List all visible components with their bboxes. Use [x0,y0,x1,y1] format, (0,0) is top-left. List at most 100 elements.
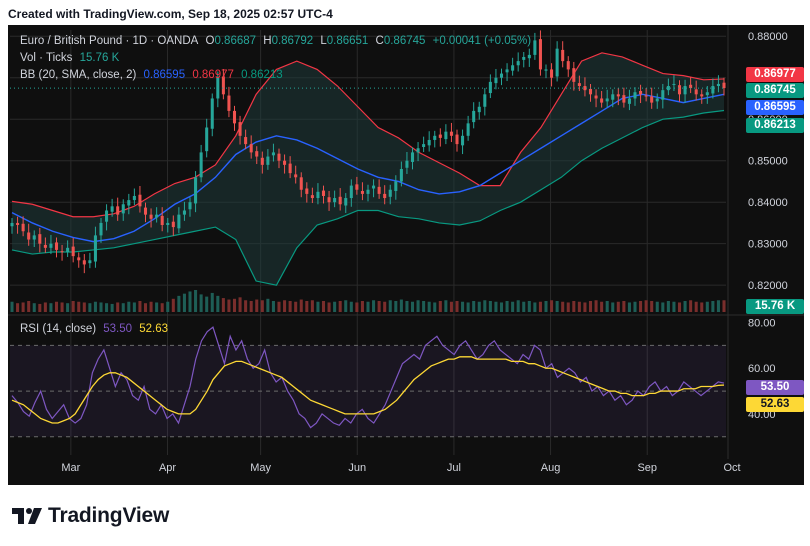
candle-body [121,204,125,214]
volume-bar [27,301,31,312]
volume-bar [438,301,442,312]
volume-bar [255,299,259,312]
candle-body [588,88,593,95]
volume-bar [260,300,264,312]
time-axis-tick-label: Sep [637,462,657,474]
volume-bar [494,301,498,312]
candle-body [71,246,75,257]
bb-label[interactable]: BB (20, SMA, close, 2) [20,69,136,81]
candle-body [283,160,287,165]
rsi-label[interactable]: RSI (14, close) [20,323,96,335]
candle-body [661,90,665,100]
volume-bar [171,298,175,312]
price-axis-tick-label: 0.82000 [748,280,788,292]
volume-bar [43,302,47,312]
rsi-value: 53.50 [103,323,133,335]
volume-bar [488,301,492,312]
chart-canvas[interactable]: 0.820000.830000.840000.850000.860000.870… [8,25,804,485]
volume-bar [483,300,487,312]
volume-bar [399,299,403,312]
candle-body [499,73,504,78]
volume-bars [10,290,726,312]
candle-body [461,135,465,146]
volume-bar [627,302,631,312]
candle-body [266,156,270,165]
candle-body [522,56,526,60]
candle-body [550,69,554,78]
volume-bar [266,298,270,312]
volume-label[interactable]: Vol · Ticks [20,52,72,64]
volume-bar [38,303,42,312]
volume-bar [561,301,565,312]
candle-body [494,77,498,84]
candle-body [32,235,36,240]
candle-body [438,134,442,138]
volume-bar [427,301,431,312]
candle-body [49,243,53,248]
volume-bar [349,301,353,312]
candle-body [555,48,559,77]
volume-bar [160,303,164,312]
candle-body [166,222,170,226]
volume-bar [177,295,181,312]
volume-bar [327,302,331,312]
brand-name: TradingView [48,504,170,527]
tradingview-brand: TradingView [12,504,169,528]
price-axis-tick-label: 0.83000 [748,239,788,251]
candle-body [516,61,520,66]
candle-body [377,186,381,194]
volume-bar [360,301,364,312]
candle-body [355,184,359,190]
volume-value: 15.76 K [79,52,120,64]
candle-body [633,92,637,99]
volume-bar [533,302,537,312]
volume-bar [366,301,370,312]
time-axis-tick-label: Aug [541,462,561,474]
candle-body [561,49,565,62]
volume-bar [188,291,192,312]
volume-bar [522,301,526,312]
candle-body [538,39,542,70]
volume-bar [227,299,231,312]
candle-body [93,235,97,262]
candle-body [672,83,676,85]
volume-bar [110,303,114,312]
candle-body [683,86,687,95]
symbol-title[interactable]: Euro / British Pound · 1D · OANDA [20,35,198,47]
volume-bar [16,303,20,312]
volume-bar [616,301,620,312]
volume-bar [383,301,387,312]
bb-upper-value: 0.86977 [192,69,234,81]
price-axis-tick-label: 0.85000 [748,156,788,168]
volume-bar [550,300,554,312]
volume-bar [88,303,92,312]
volume-bar [444,300,448,312]
candle-body [677,85,682,95]
candle-body [627,98,631,104]
candle-body [99,222,103,236]
candle-body [527,54,531,59]
low-label: L [320,35,327,47]
volume-bar [588,301,593,312]
volume-bar [54,301,59,312]
candle-body [650,96,654,103]
volume-bar [633,301,637,312]
candle-body [399,169,403,182]
change-value: +0.00041 (+0.05%) [432,35,532,47]
volume-bar [182,293,186,312]
candle-body [288,163,292,174]
volume-bar [283,300,287,312]
candle-body [82,260,86,265]
candle-body [577,83,581,87]
rsi-ma-value: 52.63 [139,323,169,335]
tradingview-logo-icon [12,508,42,525]
candle-body [644,95,648,97]
candle-body [199,152,203,178]
volume-bar [455,301,459,312]
volume-bar [511,301,515,312]
volume-bar [722,300,726,312]
chart-panel[interactable]: 0.820000.830000.840000.850000.860000.870… [8,25,804,485]
volume-bar [683,301,687,312]
candle-body [394,181,398,191]
close-value: 0.86745 [383,35,426,47]
